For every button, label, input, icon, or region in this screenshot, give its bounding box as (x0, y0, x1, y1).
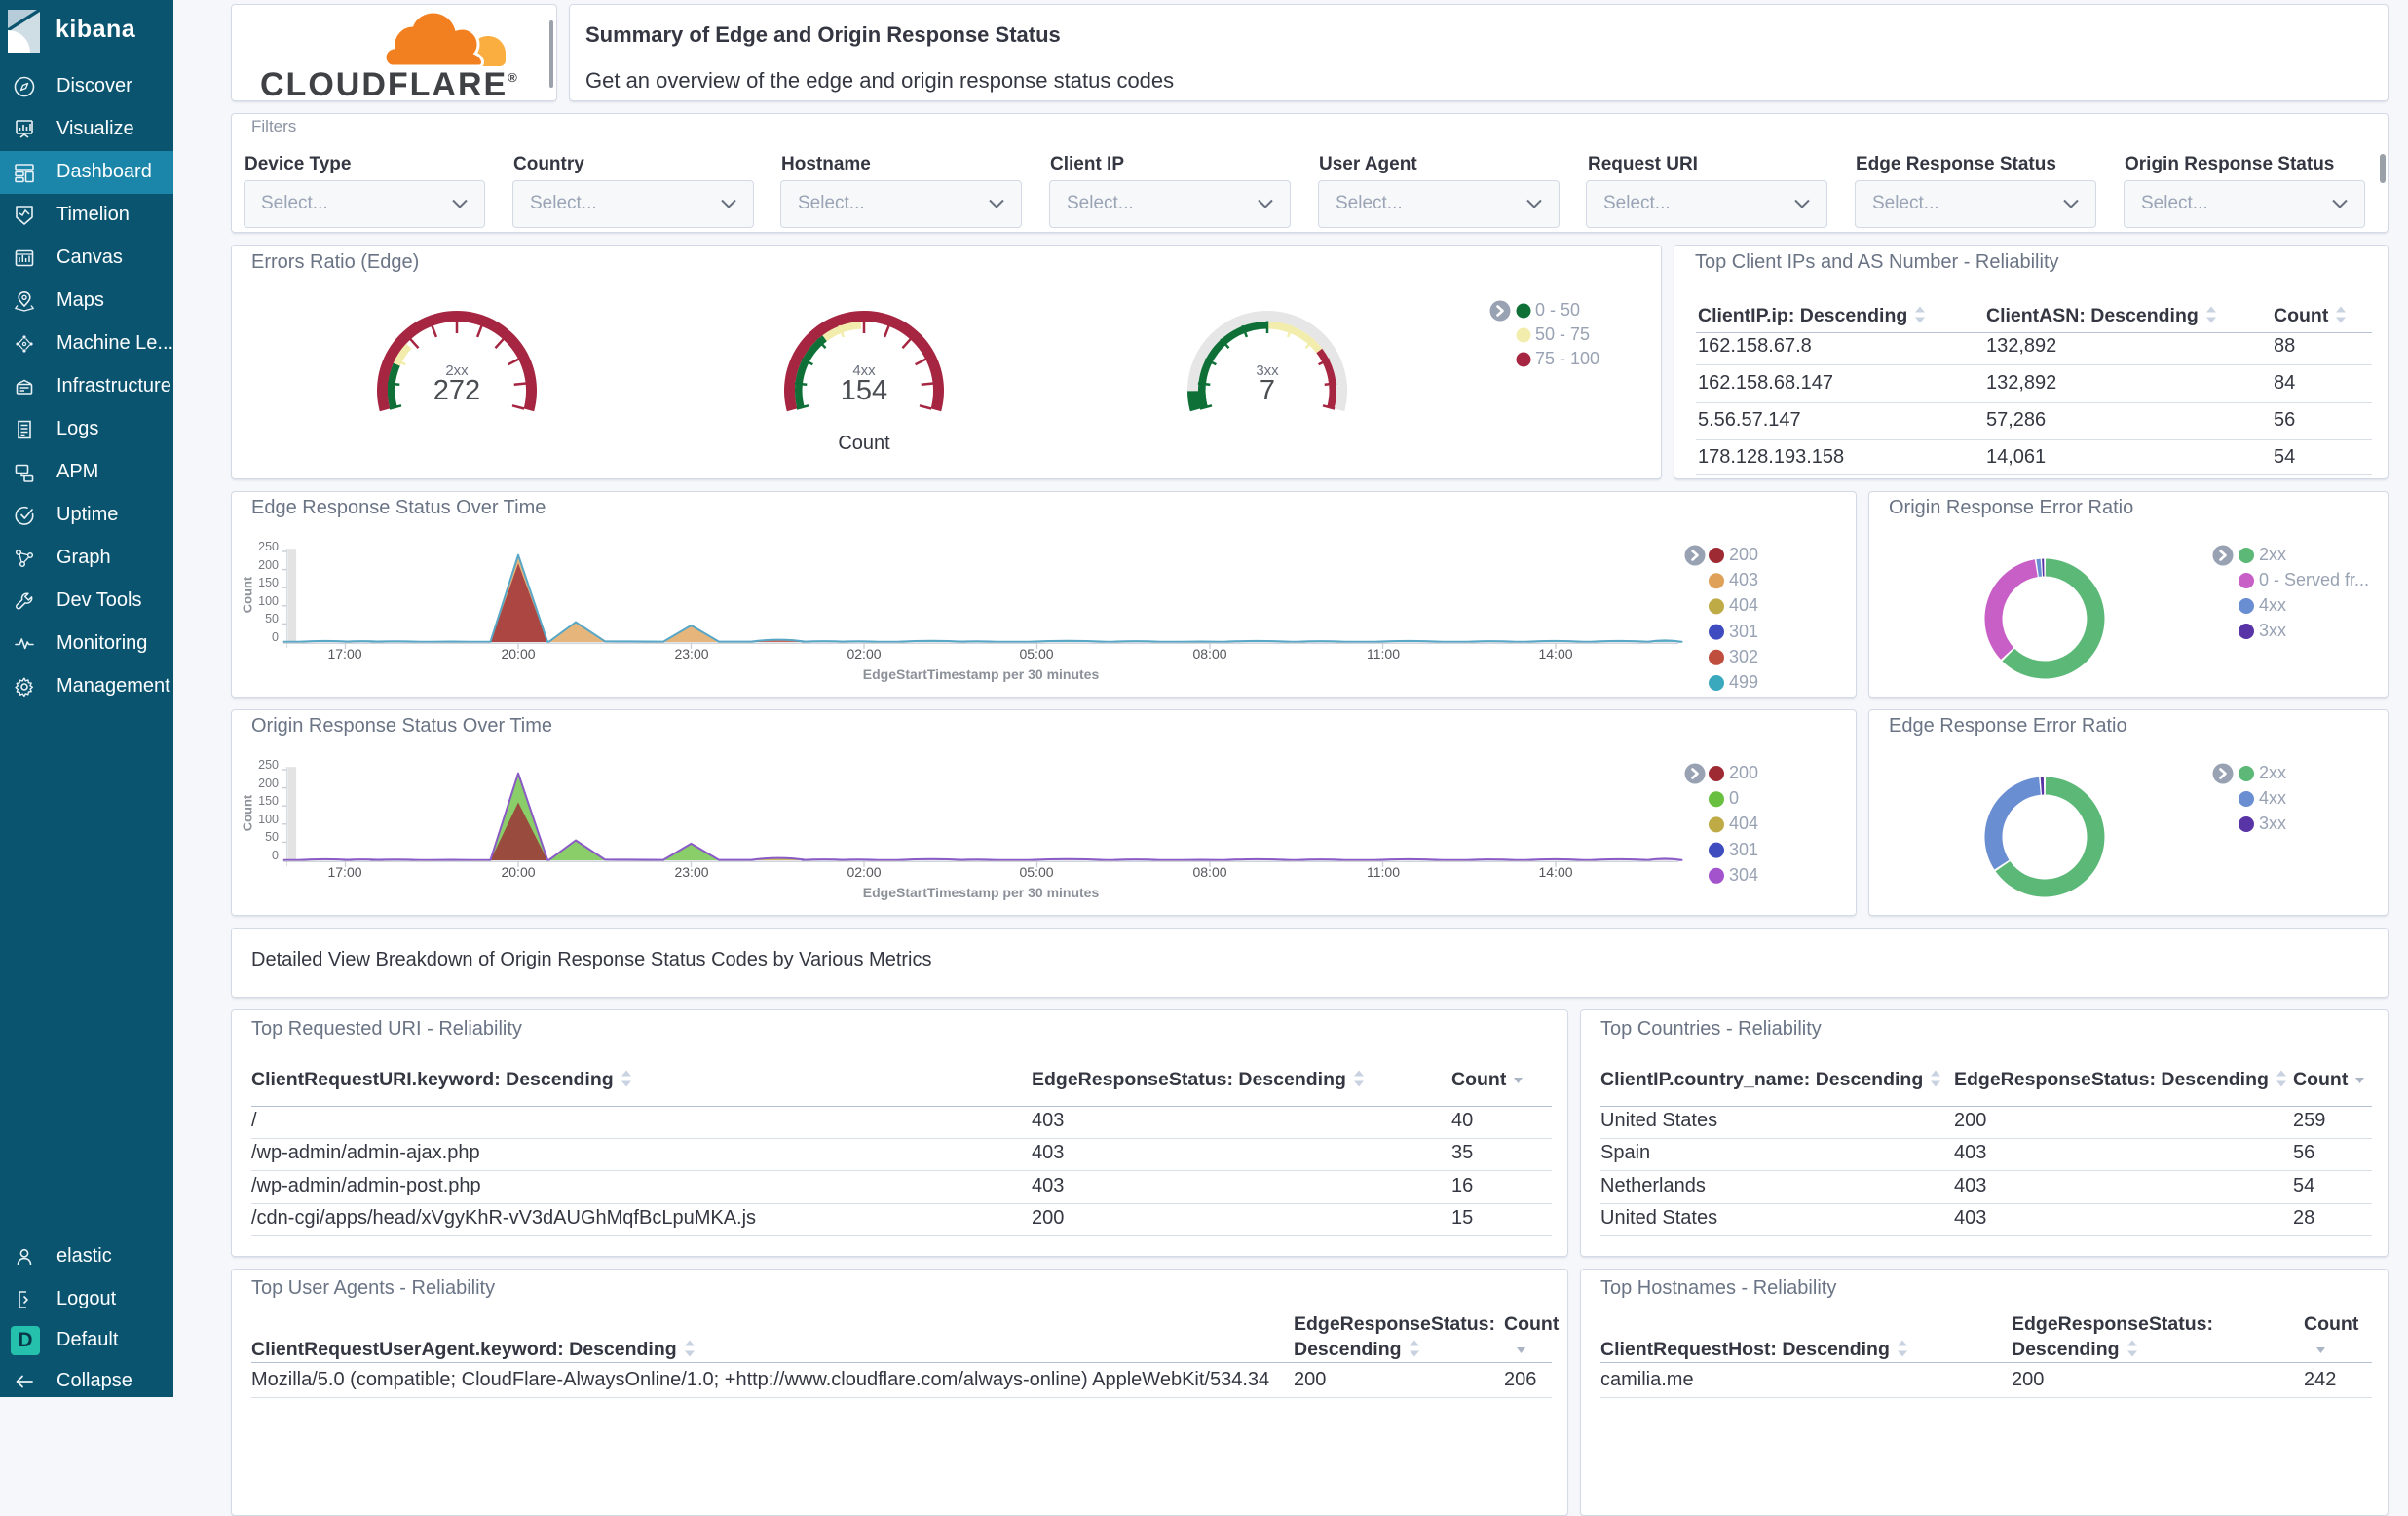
svg-text:154: 154 (841, 375, 887, 406)
svg-text:7: 7 (1260, 375, 1275, 406)
svg-text:272: 272 (433, 375, 480, 406)
